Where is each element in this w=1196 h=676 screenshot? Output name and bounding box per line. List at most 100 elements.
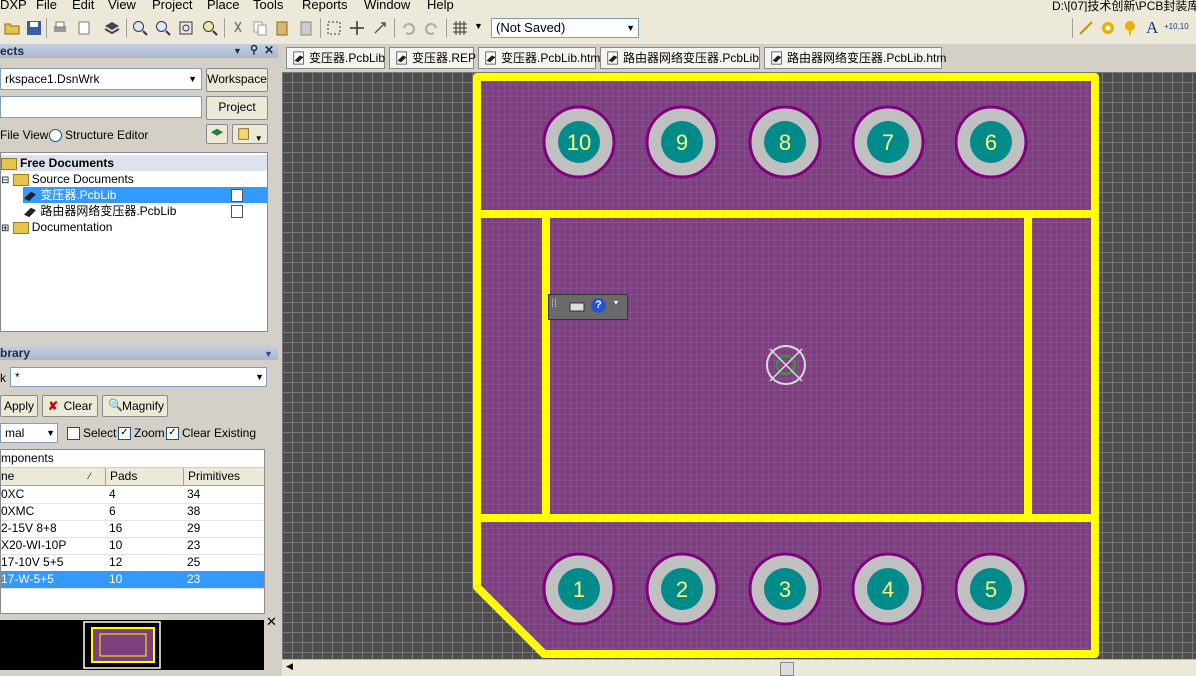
footprint-drawing[interactable]: 10 9 8 7 6 1 2 3 4 5	[282, 72, 1196, 659]
place-pad-icon[interactable]	[1100, 20, 1116, 36]
pad[interactable]: 2	[645, 552, 719, 626]
close-icon[interactable]: ✕	[264, 43, 274, 57]
table-row[interactable]: 2-15V 8+8 16 29	[1, 520, 264, 538]
tree-doc-router-pcblib[interactable]: 路由器网络变压器.PcbLib	[23, 203, 176, 219]
table-row[interactable]: 0XMC 6 38	[1, 503, 264, 521]
pad[interactable]: 5	[954, 552, 1028, 626]
saved-state-select[interactable]: (Not Saved) ▼	[491, 18, 639, 38]
place-string-icon[interactable]: A	[1146, 18, 1158, 38]
cut-icon[interactable]	[230, 20, 246, 36]
zoom-out-icon[interactable]	[155, 20, 171, 36]
table-row[interactable]: 0XC 4 34	[1, 486, 264, 504]
tree-doc-pcblib-selected[interactable]: 变压器.PcbLib	[23, 187, 267, 203]
structure-editor-radio[interactable]	[49, 129, 62, 142]
document-tab[interactable]: 变压器.PcbLib.htm	[478, 47, 600, 69]
column-primitives[interactable]: Primitives	[183, 468, 264, 485]
keyboard-icon[interactable]	[569, 301, 585, 313]
pad[interactable]: 1	[542, 552, 616, 626]
redo-icon[interactable]	[424, 20, 440, 36]
pad[interactable]: 7	[851, 105, 925, 179]
place-via-icon[interactable]	[1122, 20, 1138, 36]
mask-input[interactable]: * ▼	[10, 367, 267, 387]
layers-icon[interactable]	[104, 20, 120, 36]
pad[interactable]: 6	[954, 105, 1028, 179]
floating-toolbar[interactable]: ⁞⁞ ? ▾	[548, 294, 628, 320]
menu-tools[interactable]: Tools	[253, 0, 283, 12]
menu-project[interactable]: Project	[152, 0, 192, 12]
pin-icon[interactable]: ⚲	[250, 43, 258, 57]
pad[interactable]: 9	[645, 105, 719, 179]
menu-window[interactable]: Window	[364, 0, 410, 12]
pcb-canvas[interactable]: 10 9 8 7 6 1 2 3 4 5 ⁞⁞ ? ▾	[282, 72, 1196, 659]
open-folder-icon[interactable]	[4, 20, 20, 36]
select-area-icon[interactable]	[326, 20, 342, 36]
magnify-button[interactable]: 🔍 Magnify	[102, 395, 168, 417]
apply-button[interactable]: Apply	[0, 395, 38, 417]
paste-special-icon[interactable]	[298, 20, 314, 36]
menu-reports[interactable]: Reports	[302, 0, 348, 12]
zoom-in-icon[interactable]	[132, 20, 148, 36]
place-coordinate-icon[interactable]: +10,10	[1164, 22, 1189, 31]
column-name[interactable]: ne	[1, 468, 14, 485]
collapse-chevron-down-icon[interactable]: ▼	[264, 347, 273, 361]
structure-editor-radio-label[interactable]: Structure Editor	[65, 128, 148, 142]
table-row[interactable]: 17-10V 5+5 12 25	[1, 554, 264, 572]
clear-button[interactable]: ✘ Clear	[42, 395, 98, 417]
copy-icon[interactable]	[252, 20, 268, 36]
table-row[interactable]: X20-WI-10P 10 23	[1, 537, 264, 555]
scroll-thumb[interactable]	[780, 662, 794, 676]
scroll-left-icon[interactable]: ◀	[286, 661, 293, 672]
pad[interactable]: 3	[748, 552, 822, 626]
tree-root[interactable]: Free Documents	[1, 155, 267, 171]
document-tab-label: 变压器.REP	[412, 51, 477, 65]
select-checkbox[interactable]: Select	[67, 426, 116, 441]
document-tab[interactable]: 变压器.REP	[389, 47, 477, 69]
zoom-selected-icon[interactable]	[202, 20, 218, 36]
document-tab[interactable]: 路由器网络变压器.PcbLib.htm	[764, 47, 946, 69]
grid-dropdown-chevron-down-icon[interactable]: ▼	[474, 21, 483, 31]
project-button[interactable]: Project	[206, 96, 268, 120]
panel-menu-chevron-down-icon[interactable]: ▼	[233, 44, 242, 58]
deselect-icon[interactable]	[372, 20, 388, 36]
column-pads[interactable]: Pads	[105, 468, 186, 485]
chevron-down-icon[interactable]: ▾	[614, 298, 618, 307]
undo-icon[interactable]	[400, 20, 416, 36]
workspace-select[interactable]: rkspace1.DsnWrk ▼	[0, 68, 202, 90]
workspace-options-button[interactable]	[206, 124, 228, 144]
close-icon[interactable]: ✕	[266, 614, 277, 630]
help-icon[interactable]: ?	[591, 298, 606, 313]
document-tab[interactable]: 变压器.PcbLib	[286, 47, 385, 69]
paste-icon[interactable]	[274, 20, 290, 36]
table-row[interactable]: 17-W-5+5 10 23	[1, 571, 264, 589]
zoom-fit-icon[interactable]	[178, 20, 194, 36]
print-icon[interactable]	[52, 20, 68, 36]
horizontal-scrollbar[interactable]: ◀	[282, 659, 1196, 676]
project-input[interactable]	[0, 96, 202, 118]
document-options-button[interactable]: ▼	[232, 124, 268, 144]
pad[interactable]: 10	[542, 105, 616, 179]
menu-help[interactable]: Help	[427, 0, 454, 12]
document-tab[interactable]: 路由器网络变压器.PcbLib	[600, 47, 760, 69]
collapse-icon[interactable]: ⊟	[1, 175, 9, 186]
menu-edit[interactable]: Edit	[72, 0, 94, 12]
menu-place[interactable]: Place	[207, 0, 240, 12]
pad[interactable]: 8	[748, 105, 822, 179]
move-icon[interactable]	[349, 20, 365, 36]
pad[interactable]: 4	[851, 552, 925, 626]
cell-pads: 10	[109, 538, 123, 552]
menu-view[interactable]: View	[108, 0, 136, 12]
zoom-checkbox[interactable]: ✓ Zoom	[118, 426, 165, 441]
grid-icon[interactable]	[452, 20, 468, 36]
filter-mode-select[interactable]: mal ▼	[0, 423, 58, 443]
file-view-radio-label[interactable]: File View	[0, 128, 48, 142]
menu-file[interactable]: File	[36, 0, 57, 12]
save-icon[interactable]	[26, 20, 42, 36]
expand-icon[interactable]: ⊞	[1, 223, 9, 234]
clear-existing-checkbox[interactable]: ✓ Clear Existing	[166, 426, 256, 441]
tree-documentation[interactable]: ⊞ Documentation	[1, 219, 112, 235]
place-line-icon[interactable]	[1078, 20, 1094, 36]
print-preview-icon[interactable]	[76, 20, 92, 36]
tree-source-documents[interactable]: ⊟ Source Documents	[1, 171, 134, 187]
menu-dxp[interactable]: DXP	[0, 0, 27, 12]
workspace-button[interactable]: Workspace	[206, 68, 268, 92]
